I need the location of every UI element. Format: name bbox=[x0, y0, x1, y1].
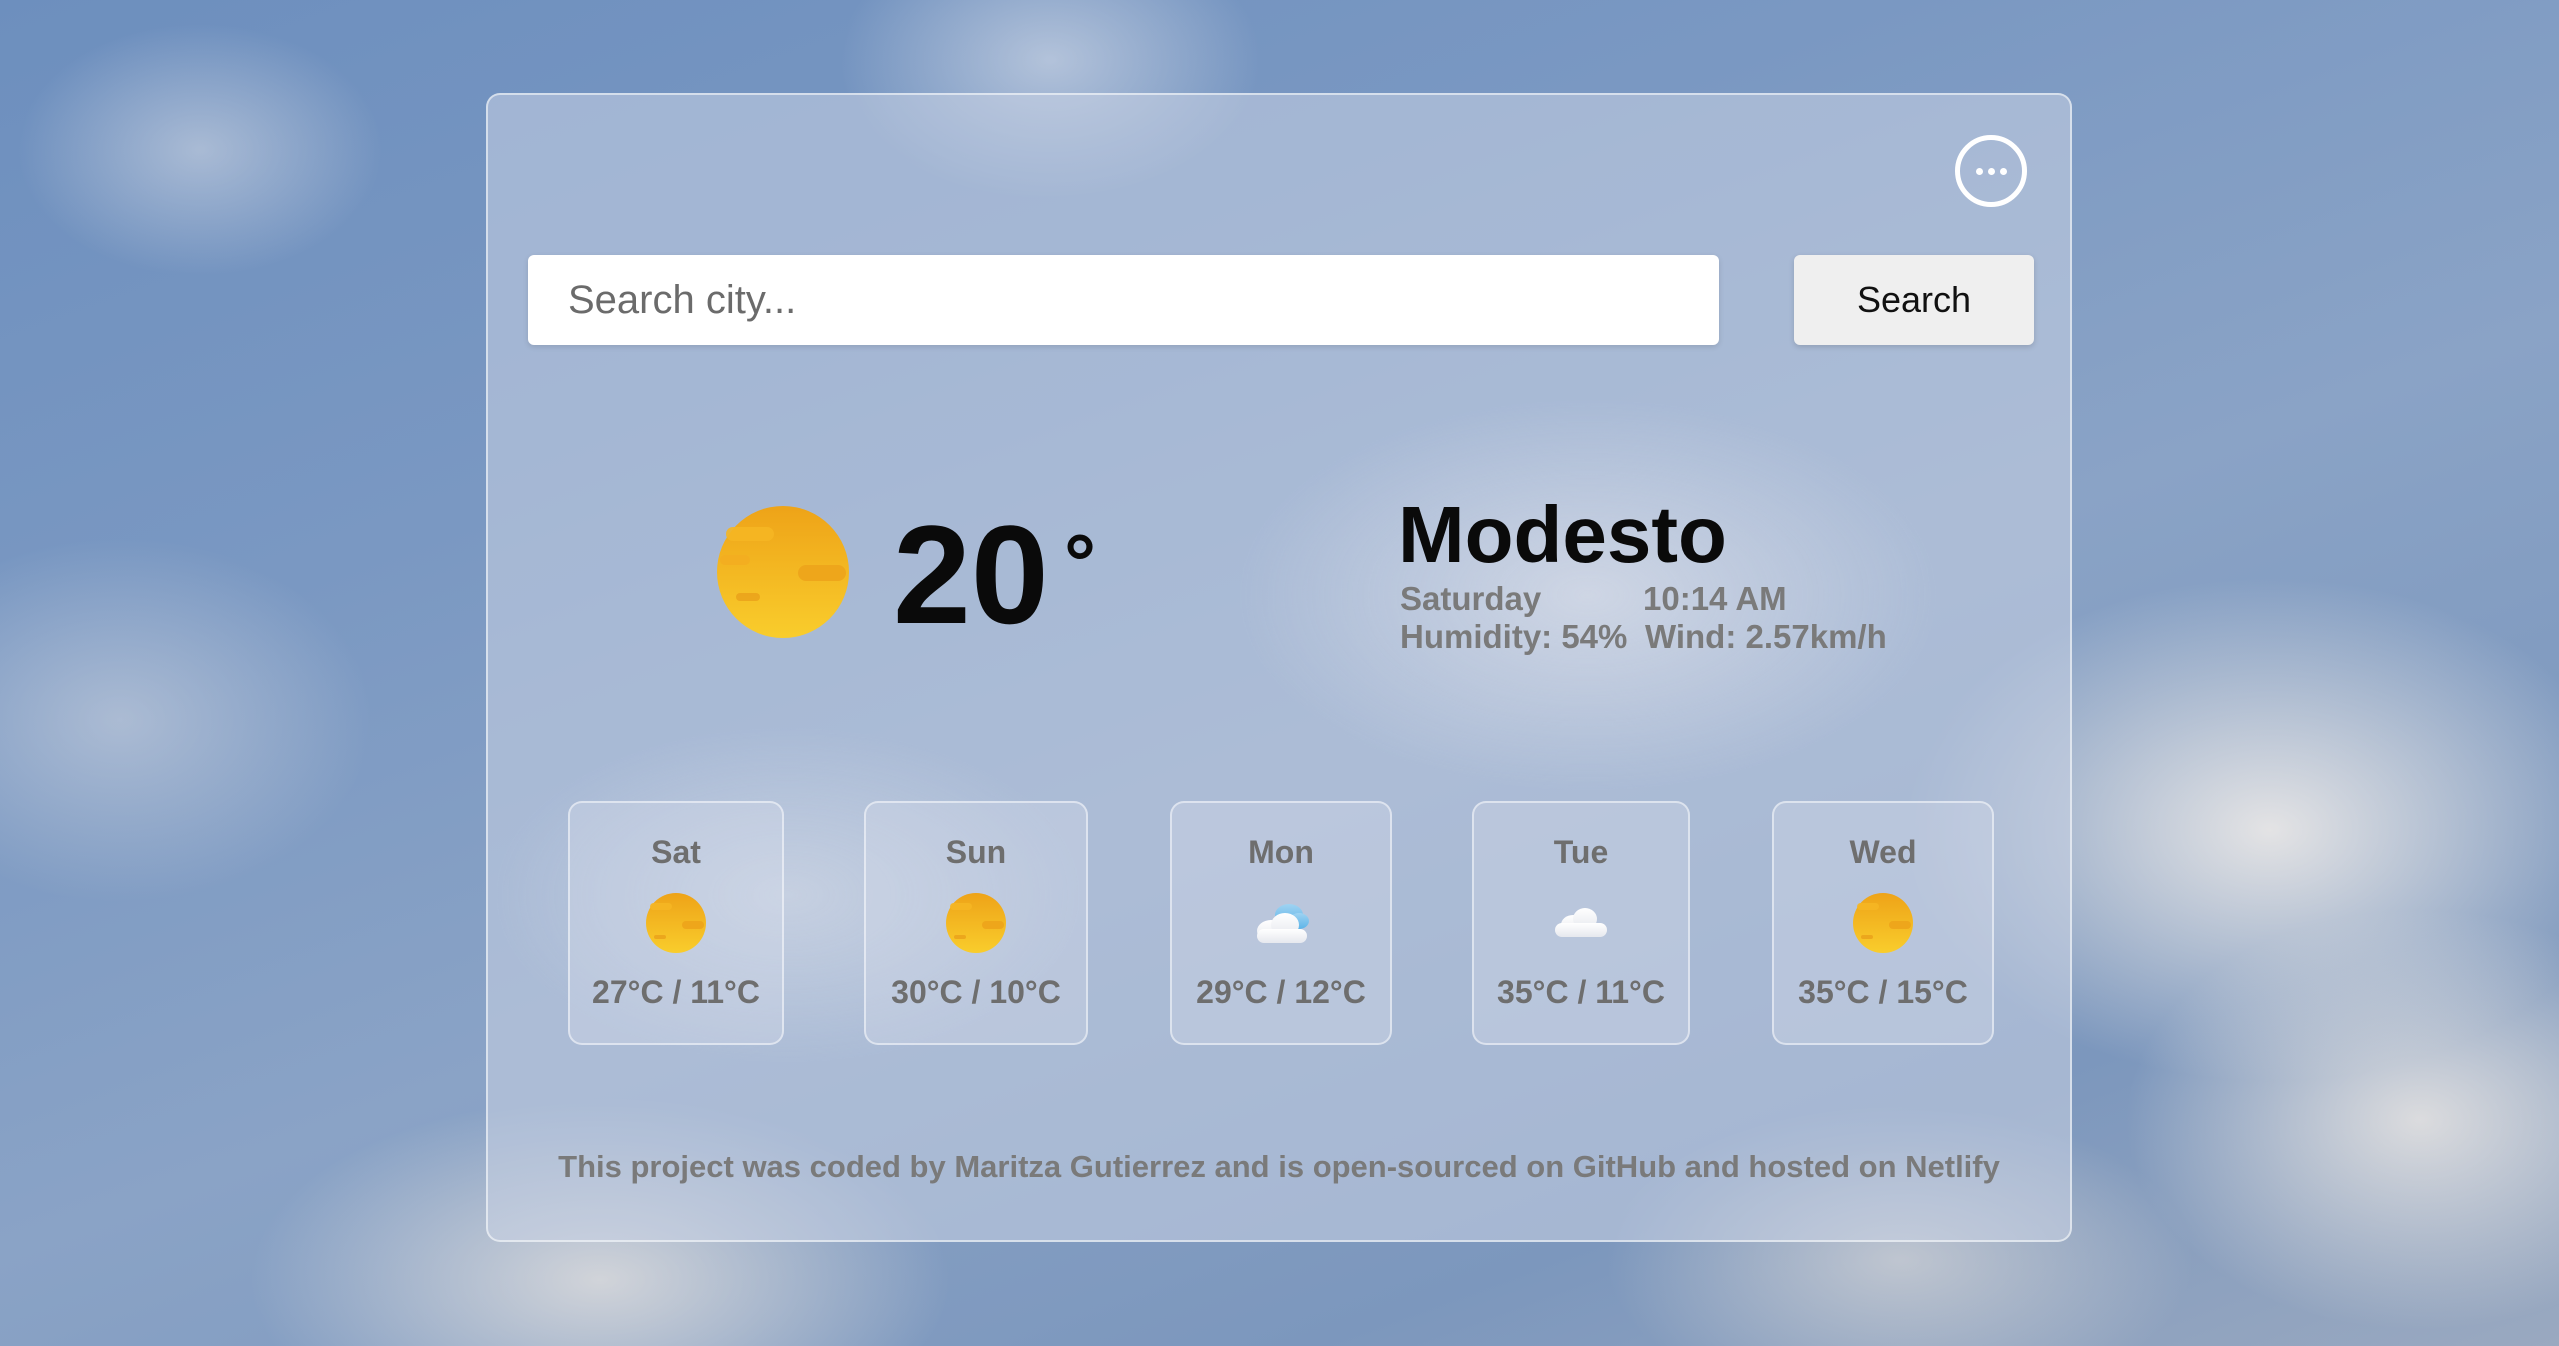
forecast-temperatures: 27°C / 11°C bbox=[592, 974, 760, 1010]
current-time: 10:14 AM bbox=[1643, 580, 1787, 617]
github-link[interactable]: open-sourced on GitHub bbox=[1313, 1149, 1676, 1184]
forecast-card: Mon 29°C / 12°C bbox=[1170, 801, 1392, 1045]
forecast-card: Wed 35°C / 15°C bbox=[1772, 801, 1994, 1045]
current-temperature: 20 bbox=[893, 496, 1049, 653]
forecast-temperatures: 29°C / 12°C bbox=[1196, 974, 1366, 1010]
ellipsis-icon bbox=[1975, 167, 1983, 175]
forecast-day: Sat bbox=[651, 834, 701, 870]
more-options-button[interactable] bbox=[1955, 135, 2027, 207]
ellipsis-dot bbox=[1987, 167, 1995, 175]
humidity-value: Humidity: 54% bbox=[1400, 618, 1628, 655]
temperature-unit: ° bbox=[1064, 518, 1096, 607]
sun-icon bbox=[717, 506, 849, 638]
author-link[interactable]: Maritza Gutierrez bbox=[954, 1149, 1206, 1184]
forecast-card: Sat 27°C / 11°C bbox=[568, 801, 784, 1045]
forecast-day: Wed bbox=[1849, 834, 1917, 870]
sun-icon bbox=[646, 893, 706, 953]
sun-icon bbox=[1853, 893, 1913, 953]
weather-card: Search 20 ° Modesto Saturday 10:14 AM Hu… bbox=[486, 93, 2072, 1242]
footer-credits: This project was coded by Maritza Gutier… bbox=[488, 1148, 2070, 1186]
forecast-temperatures: 30°C / 10°C bbox=[891, 974, 1061, 1010]
forecast-day: Sun bbox=[945, 834, 1007, 870]
cloud-rain-icon bbox=[1257, 904, 1309, 943]
footer-middle: and is bbox=[1205, 1149, 1313, 1184]
city-name: Modesto bbox=[1398, 490, 1727, 579]
forecast-card: Sun 30°C / 10°C bbox=[864, 801, 1088, 1045]
footer-connector: and bbox=[1676, 1149, 1749, 1184]
current-day: Saturday bbox=[1400, 580, 1542, 617]
forecast-temperatures: 35°C / 15°C bbox=[1798, 974, 1968, 1010]
sun-icon bbox=[946, 893, 1006, 953]
forecast-day: Mon bbox=[1248, 834, 1314, 870]
netlify-link[interactable]: hosted on Netlify bbox=[1748, 1149, 1999, 1184]
search-input[interactable] bbox=[528, 255, 1719, 345]
footer-prefix: This project was coded by bbox=[558, 1149, 955, 1184]
ellipsis-dot bbox=[1999, 167, 2007, 175]
forecast-temperatures: 35°C / 11°C bbox=[1497, 974, 1665, 1010]
forecast-day: Tue bbox=[1553, 834, 1609, 870]
cloud-icon bbox=[1555, 908, 1607, 937]
forecast-card: Tue 35°C / 11°C bbox=[1472, 801, 1690, 1045]
wind-value: Wind: 2.57km/h bbox=[1645, 618, 1887, 655]
search-button[interactable]: Search bbox=[1794, 255, 2034, 345]
